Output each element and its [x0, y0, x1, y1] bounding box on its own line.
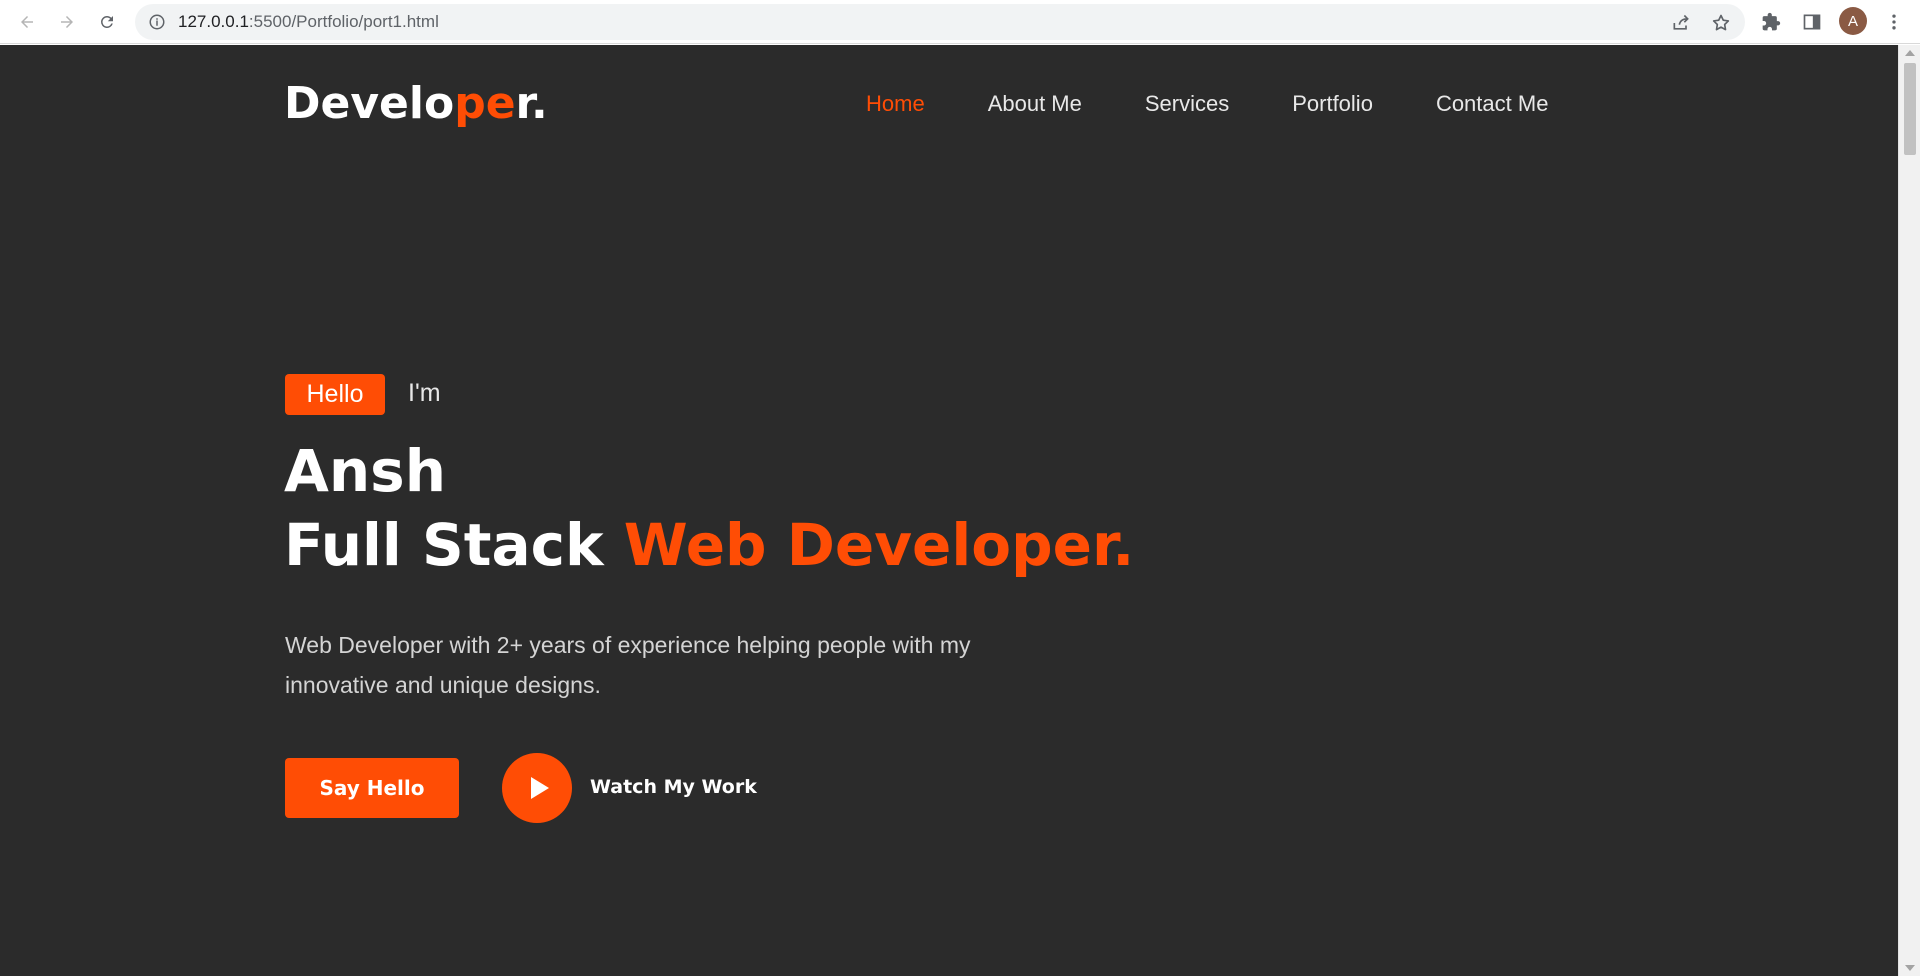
logo-text-start: Develo — [284, 78, 455, 129]
logo-text-end: r. — [515, 78, 548, 129]
site-logo[interactable]: Developer. — [284, 78, 548, 131]
scroll-up-arrow-icon[interactable] — [1905, 50, 1915, 56]
side-panel-icon — [1803, 14, 1821, 30]
page-viewport: Developer. Home About Me Services Portfo… — [0, 45, 1898, 976]
browser-menu-button[interactable] — [1883, 11, 1905, 33]
hero-description-line2: innovative and unique designs. — [285, 672, 601, 698]
back-button[interactable] — [14, 9, 40, 35]
kebab-menu-icon — [1892, 14, 1896, 30]
nav-contact-me[interactable]: Contact Me — [1436, 91, 1549, 117]
hero-description: Web Developer with 2+ years of experienc… — [285, 625, 1045, 705]
url-host: 127.0.0.1 — [178, 12, 249, 31]
url-path: :5500/Portfolio/port1.html — [248, 12, 439, 31]
say-hello-button[interactable]: Say Hello — [285, 758, 459, 818]
share-icon[interactable] — [1671, 13, 1691, 33]
hero-title-accent: Web Developer. — [623, 511, 1135, 579]
nav-services[interactable]: Services — [1145, 91, 1229, 117]
logo-text-accent: pe — [454, 78, 516, 129]
reload-button[interactable] — [94, 9, 120, 35]
star-icon[interactable] — [1711, 13, 1731, 33]
url-text[interactable]: 127.0.0.1:5500/Portfolio/port1.html — [178, 12, 439, 32]
hero-title-plain: Full Stack — [284, 511, 604, 579]
back-arrow-icon — [21, 16, 33, 28]
extensions-button[interactable] — [1760, 11, 1782, 33]
play-video-button[interactable] — [502, 753, 572, 823]
watch-my-work-link[interactable]: Watch My Work — [590, 776, 757, 798]
side-panel-button[interactable] — [1801, 11, 1823, 33]
hello-badge: Hello — [285, 374, 385, 415]
reload-icon — [101, 16, 113, 28]
browser-toolbar: 127.0.0.1:5500/Portfolio/port1.html A — [0, 0, 1920, 44]
profile-avatar[interactable]: A — [1839, 7, 1867, 35]
info-icon[interactable] — [148, 13, 166, 31]
scroll-down-arrow-icon[interactable] — [1905, 965, 1915, 971]
nav-about-me[interactable]: About Me — [988, 91, 1082, 117]
nav-home[interactable]: Home — [866, 91, 925, 117]
play-icon — [530, 777, 549, 799]
im-text: I'm — [408, 379, 441, 407]
forward-button[interactable] — [54, 9, 80, 35]
forward-arrow-icon — [61, 16, 73, 28]
address-bar[interactable]: 127.0.0.1:5500/Portfolio/port1.html — [135, 4, 1745, 40]
hero-title: Full Stack Web Developer. — [284, 511, 1134, 581]
main-nav: Home About Me Services Portfolio Contact… — [866, 91, 1548, 117]
hero-name: Ansh — [284, 437, 446, 505]
scrollbar-thumb[interactable] — [1904, 63, 1916, 155]
hero-description-line1: Web Developer with 2+ years of experienc… — [285, 632, 971, 658]
page-scrollbar[interactable] — [1898, 45, 1920, 976]
puzzle-icon — [1762, 12, 1781, 31]
nav-portfolio[interactable]: Portfolio — [1292, 91, 1373, 117]
